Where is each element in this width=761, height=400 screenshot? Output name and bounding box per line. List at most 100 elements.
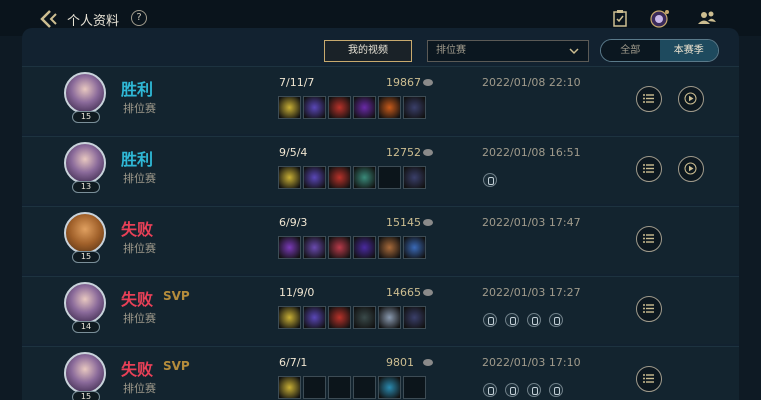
item-slot[interactable]: [278, 376, 301, 399]
champion-level: 15: [72, 111, 100, 123]
item-slot[interactable]: [303, 306, 326, 329]
kda-score: 6/9/3: [279, 216, 308, 229]
match-row[interactable]: 13 胜利 排位赛 9/5/4 12752 2022/01/08 16:51: [22, 136, 739, 204]
item-slot[interactable]: [403, 306, 426, 329]
gold-coin-icon: [423, 359, 433, 366]
badge-list: [483, 313, 563, 327]
item-slot[interactable]: [403, 376, 426, 399]
item-slot[interactable]: [278, 166, 301, 189]
match-row[interactable]: 15 失败 排位赛 6/9/3 15145 2022/01/03 17:47: [22, 206, 739, 274]
friends-icon[interactable]: [697, 9, 717, 27]
item-slot[interactable]: [403, 236, 426, 259]
item-slot[interactable]: [278, 306, 301, 329]
kda-score: 11/9/0: [279, 286, 315, 299]
match-result: 失败: [121, 290, 154, 309]
item-slot[interactable]: [278, 236, 301, 259]
tab-this-season[interactable]: 本赛季: [659, 40, 718, 61]
champion-avatar[interactable]: [64, 212, 106, 254]
replay-button[interactable]: [678, 156, 704, 182]
list-icon: [643, 234, 654, 243]
item-slot[interactable]: [378, 166, 401, 189]
replay-button[interactable]: [678, 86, 704, 112]
match-date: 2022/01/03 17:27: [482, 286, 581, 299]
match-result: 胜利: [121, 150, 154, 169]
badge-list: [483, 173, 497, 187]
back-arrow-icon[interactable]: [38, 9, 60, 29]
item-slot[interactable]: [378, 236, 401, 259]
item-slot[interactable]: [353, 96, 376, 119]
item-slot[interactable]: [303, 166, 326, 189]
list-icon: [643, 164, 654, 173]
match-details-button[interactable]: [636, 366, 662, 392]
item-slot[interactable]: [378, 306, 401, 329]
item-slot[interactable]: [328, 236, 351, 259]
item-build: [278, 306, 426, 329]
item-slot[interactable]: [328, 306, 351, 329]
gold-coin-icon: [423, 149, 433, 156]
kda-score: 7/11/7: [279, 76, 315, 89]
match-row[interactable]: 15 胜利 排位赛 7/11/7 19867 2022/01/08 22:10: [22, 66, 739, 134]
item-slot[interactable]: [328, 376, 351, 399]
item-build: [278, 166, 426, 189]
item-slot[interactable]: [353, 306, 376, 329]
my-videos-button[interactable]: 我的视频: [324, 40, 412, 62]
item-slot[interactable]: [403, 96, 426, 119]
match-details-button[interactable]: [636, 86, 662, 112]
match-date: 2022/01/08 22:10: [482, 76, 581, 89]
queue-type-select[interactable]: 排位赛: [427, 40, 589, 62]
achievement-badge-icon: [483, 173, 497, 187]
item-slot[interactable]: [303, 236, 326, 259]
list-icon: [643, 94, 654, 103]
match-result: 失败: [121, 220, 154, 239]
champion-avatar[interactable]: [64, 142, 106, 184]
svp-label: SVP: [163, 359, 190, 373]
clipboard-check-icon[interactable]: [611, 9, 629, 27]
champion-level: 13: [72, 181, 100, 193]
gold-coin-icon: [423, 289, 433, 296]
queue-mode: 排位赛: [123, 382, 156, 395]
match-date: 2022/01/03 17:10: [482, 356, 581, 369]
item-slot[interactable]: [378, 96, 401, 119]
queue-mode: 排位赛: [123, 172, 156, 185]
item-slot[interactable]: [328, 166, 351, 189]
page-title: 个人资料: [67, 14, 120, 29]
champion-avatar[interactable]: [64, 352, 106, 394]
champion-level: 15: [72, 251, 100, 263]
kda-score: 9/5/4: [279, 146, 308, 159]
kda-score: 6/7/1: [279, 356, 308, 369]
svp-label: SVP: [163, 289, 190, 303]
achievement-badge-icon: [549, 383, 563, 397]
achievement-badge-icon: [483, 383, 497, 397]
list-icon: [643, 374, 654, 383]
match-result: 胜利: [121, 80, 154, 99]
match-details-button[interactable]: [636, 226, 662, 252]
item-slot[interactable]: [278, 96, 301, 119]
match-details-button[interactable]: [636, 156, 662, 182]
item-slot[interactable]: [353, 236, 376, 259]
season-filter-toggle: 全部 本赛季: [600, 39, 719, 62]
tab-all[interactable]: 全部: [601, 40, 660, 61]
champion-avatar[interactable]: [64, 72, 106, 114]
item-slot[interactable]: [378, 376, 401, 399]
match-row[interactable]: 15 失败 SVP 排位赛 6/7/1 9801 2022/01/03 17:1…: [22, 346, 739, 400]
play-icon: [684, 162, 697, 175]
champion-level: 14: [72, 321, 100, 333]
match-row[interactable]: 14 失败 SVP 排位赛 11/9/0 14665 2022/01/03 17…: [22, 276, 739, 344]
help-icon[interactable]: ?: [131, 10, 147, 26]
champion-level: 15: [72, 391, 100, 400]
item-slot[interactable]: [303, 96, 326, 119]
champion-avatar[interactable]: [64, 282, 106, 324]
match-details-button[interactable]: [636, 296, 662, 322]
achievement-badge-icon: [505, 313, 519, 327]
queue-mode: 排位赛: [123, 242, 156, 255]
gold-earned: 14665: [386, 286, 421, 299]
play-icon: [684, 92, 697, 105]
item-slot[interactable]: [403, 166, 426, 189]
item-slot[interactable]: [328, 96, 351, 119]
item-build: [278, 376, 426, 399]
achievement-badge-icon: [505, 383, 519, 397]
profile-badge-icon[interactable]: [650, 9, 670, 29]
item-slot[interactable]: [303, 376, 326, 399]
item-slot[interactable]: [353, 376, 376, 399]
item-slot[interactable]: [353, 166, 376, 189]
